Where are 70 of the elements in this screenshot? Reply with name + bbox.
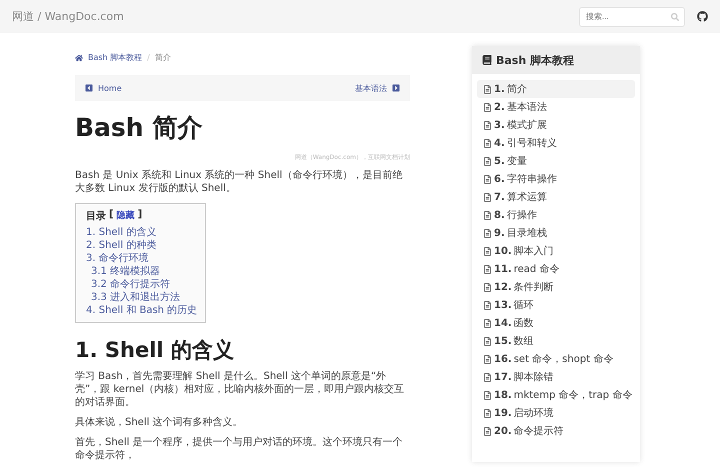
chapter-link[interactable]: 20. 命令提示符 — [477, 422, 635, 440]
toc-link[interactable]: 1. Shell 的含义 — [86, 226, 198, 239]
document-icon — [483, 264, 492, 274]
search-icon — [671, 12, 679, 20]
toc-toggle-link[interactable]: 隐藏 — [116, 209, 135, 223]
breadcrumb-link[interactable]: 简介 — [154, 52, 171, 63]
paragraph: 首先，Shell 是一个程序，提供一个与用户对话的环境。这个环境只有一个命令提示符， — [75, 436, 404, 462]
document-icon — [483, 300, 492, 310]
next-link[interactable]: 基本语法 — [355, 82, 400, 94]
prev-link[interactable]: Home — [85, 84, 122, 92]
toc-bracket: ] — [138, 209, 142, 222]
document-icon — [483, 246, 492, 256]
document-icon — [483, 372, 492, 382]
arrow-right-icon — [392, 84, 400, 92]
toc-link[interactable]: 3.3 进入和退出方法 — [86, 291, 198, 304]
document-icon — [483, 156, 492, 166]
chapter-link[interactable]: 5. 变量 — [477, 152, 635, 170]
chapter-link[interactable]: 6. 字符串操作 — [477, 170, 635, 188]
arrow-left-icon — [85, 84, 93, 92]
chapter-link[interactable]: 8. 行操作 — [477, 206, 635, 224]
chapter-link[interactable]: 2. 基本语法 — [477, 98, 635, 116]
toc-heading: 目录 — [86, 210, 106, 223]
chapter-link[interactable]: 10. 脚本入门 — [477, 242, 635, 260]
book-icon — [482, 55, 492, 65]
document-icon — [483, 426, 492, 436]
breadcrumb-link[interactable]: Bash 脚本教程 — [88, 52, 142, 63]
document-icon — [483, 354, 492, 364]
document-icon — [483, 318, 492, 328]
chapter-link[interactable]: 4. 引号和转义 — [477, 134, 635, 152]
toc-link[interactable]: 3.1 终端模拟器 — [86, 265, 198, 278]
document-icon — [483, 192, 492, 202]
document-icon — [483, 336, 492, 346]
chapter-link[interactable]: 18. mktemp 命令，trap 命令 — [477, 386, 635, 404]
document-icon — [483, 390, 492, 400]
chapter-link[interactable]: 11. read 命令 — [477, 260, 635, 278]
document-icon — [483, 138, 492, 148]
github-icon[interactable] — [697, 11, 708, 22]
toc-link[interactable]: 2. Shell 的种类 — [86, 239, 198, 252]
toc-link[interactable]: 4. Shell 和 Bash 的历史 — [86, 304, 198, 317]
toc-link[interactable]: 3.2 命令行提示符 — [86, 278, 198, 291]
paragraph: 具体来说，Shell 这个词有多种含义。 — [75, 416, 244, 429]
chapter-link[interactable]: 16. set 命令，shopt 命令 — [477, 350, 635, 368]
document-icon — [483, 282, 492, 292]
home-icon — [75, 54, 83, 62]
paragraph: 学习 Bash，首先需要理解 Shell 是什么。Shell 这个单词的原意是“外壳”，跟 kernel（内核）相对应，比喻内核外面的一层，即用户跟内核交互的对话界面。 — [75, 370, 406, 409]
document-icon — [483, 102, 492, 112]
breadcrumb-separator: / — [147, 53, 150, 62]
page-title: Bash 简介 — [75, 113, 204, 143]
document-icon — [483, 408, 492, 418]
sidebar-title: Bash 脚本教程 — [496, 52, 574, 68]
chapter-link[interactable]: 12. 条件判断 — [477, 278, 635, 296]
chapter-link[interactable]: 1. 简介 — [477, 80, 635, 98]
chapter-link[interactable]: 13. 循环 — [477, 296, 635, 314]
chapter-link[interactable]: 17. 脚本除错 — [477, 368, 635, 386]
toc-link[interactable]: 3. 命令行环境 — [86, 252, 198, 265]
document-icon — [483, 210, 492, 220]
search-field[interactable]: 搜索... — [579, 6, 685, 26]
chapter-link[interactable]: 9. 目录堆栈 — [477, 224, 635, 242]
document-icon — [483, 228, 492, 238]
section-heading: 1. Shell 的含义 — [75, 337, 235, 363]
chapter-link[interactable]: 7. 算术运算 — [477, 188, 635, 206]
toc-bracket: [ — [109, 209, 114, 222]
document-icon — [483, 120, 492, 130]
document-icon — [483, 84, 492, 94]
chapter-link[interactable]: 19. 启动环境 — [477, 404, 635, 422]
chapter-link[interactable]: 3. 模式扩展 — [477, 116, 635, 134]
intro-paragraph: Bash 是 Unix 系统和 Linux 系统的一种 Shell（命令行环境），是目前绝大多数 Linux 发行版的默认 Shell。 — [75, 169, 404, 195]
document-icon — [483, 174, 492, 184]
chapter-link[interactable]: 15. 数组 — [477, 332, 635, 350]
chapter-link[interactable]: 14. 函数 — [477, 314, 635, 332]
